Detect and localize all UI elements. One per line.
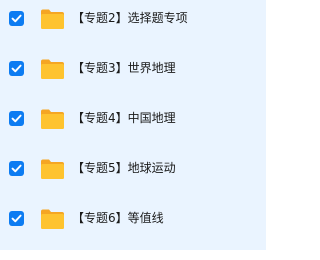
folder-icon xyxy=(40,7,65,31)
checkbox-checked-icon[interactable] xyxy=(9,161,24,176)
folder-icon xyxy=(40,57,65,81)
list-item[interactable]: 【专题2】选择题专项 xyxy=(0,0,266,50)
list-item[interactable]: 【专题3】世界地理 xyxy=(0,50,266,100)
folder-name: 【专题3】世界地理 xyxy=(72,61,176,75)
list-item[interactable]: 【专题6】等值线 xyxy=(0,200,266,250)
folder-name: 【专题4】中国地理 xyxy=(72,111,176,125)
list-item[interactable]: 【专题5】地球运动 xyxy=(0,150,266,200)
folder-icon xyxy=(40,207,65,231)
list-item[interactable]: 【专题4】中国地理 xyxy=(0,100,266,150)
folder-icon xyxy=(40,107,65,131)
checkbox-checked-icon[interactable] xyxy=(9,211,24,226)
folder-name: 【专题2】选择题专项 xyxy=(72,11,188,25)
checkbox-checked-icon[interactable] xyxy=(9,11,24,26)
checkbox-checked-icon[interactable] xyxy=(9,111,24,126)
file-list: 【专题2】选择题专项 【专题3】世界地理 【专题4】中国地理 【专题5】地球运动… xyxy=(0,0,266,260)
checkbox-checked-icon[interactable] xyxy=(9,61,24,76)
folder-name: 【专题6】等值线 xyxy=(72,211,164,225)
folder-name: 【专题5】地球运动 xyxy=(72,161,176,175)
folder-icon xyxy=(40,157,65,181)
